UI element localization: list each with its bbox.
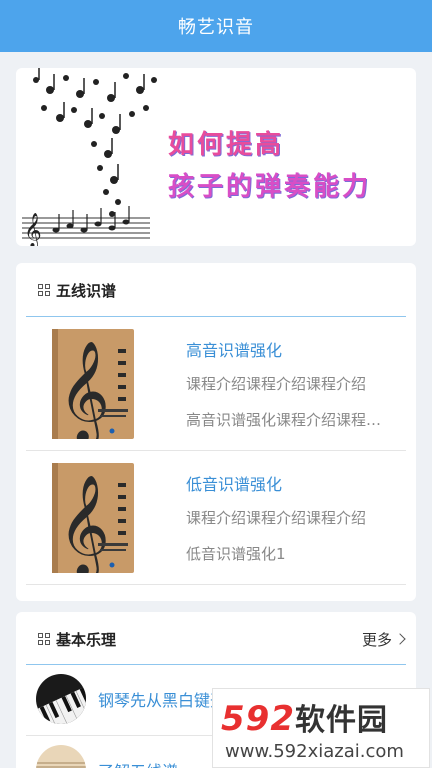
app-title: 畅艺识音 bbox=[178, 17, 254, 38]
section-title: 五线识谱 bbox=[56, 281, 117, 300]
course-subtitle: 高音识谱强化课程介绍课程介绍 bbox=[186, 411, 386, 429]
watermark-logo-text: 软件园 bbox=[294, 703, 388, 738]
grid-icon bbox=[38, 633, 50, 645]
course-cover-image: 𝄞 bbox=[52, 329, 134, 439]
app-title-bar: 畅艺识音 bbox=[0, 0, 432, 52]
grid-icon bbox=[38, 284, 50, 296]
svg-text:𝄞: 𝄞 bbox=[58, 473, 110, 573]
sheet-music-thumbnail bbox=[36, 745, 86, 768]
more-label: 更多 bbox=[361, 630, 392, 649]
svg-text:𝄞: 𝄞 bbox=[24, 213, 42, 246]
banner-line-1: 如何提高 bbox=[168, 130, 285, 160]
course-item-bass[interactable]: 𝄞 低音识谱强化 课程介绍课程介绍课程介绍 低音识谱强化1 bbox=[26, 451, 406, 584]
course-title[interactable]: 高音识谱强化 bbox=[186, 337, 282, 361]
section-header: 基本乐理 更多 bbox=[16, 612, 416, 666]
site-watermark: 592软件园 www.592xiazai.com bbox=[212, 688, 430, 768]
section-divider bbox=[26, 664, 406, 665]
banner-line-2: 孩子的弹奏能力 bbox=[168, 172, 372, 202]
list-item-label: 了解五线谱 bbox=[98, 758, 178, 768]
course-subtitle: 低音识谱强化1 bbox=[186, 545, 286, 563]
piano-keys-thumbnail bbox=[36, 674, 86, 724]
watermark-url: www.592xiazai.com bbox=[225, 741, 404, 762]
course-cover-image: 𝄞 bbox=[52, 463, 134, 573]
course-description: 课程介绍课程介绍课程介绍 bbox=[186, 375, 367, 393]
svg-text:𝄞: 𝄞 bbox=[58, 339, 110, 439]
section-header: 五线识谱 bbox=[16, 263, 416, 317]
list-separator bbox=[26, 584, 406, 585]
promo-banner[interactable]: 𝄞 如何提高 孩子的弹奏能力 bbox=[16, 68, 416, 246]
watermark-logo-number: 592 bbox=[221, 699, 295, 739]
section-title: 基本乐理 bbox=[56, 630, 117, 649]
music-notes-illustration: 𝄞 bbox=[22, 68, 157, 246]
watermark-logo: 592软件园 bbox=[221, 695, 388, 739]
more-link[interactable]: 更多 bbox=[361, 629, 406, 650]
course-item-treble[interactable]: 𝄞 高音识谱强化 课程介绍课程介绍课程介绍 高音识谱强化课程介绍课程介绍 bbox=[26, 317, 406, 450]
course-description: 课程介绍课程介绍课程介绍 bbox=[186, 509, 367, 527]
staff-reading-section: 五线识谱 𝄞 高音识谱强化 课程介绍课程介绍课程介绍 高音识谱强化课程介绍课程介… bbox=[16, 263, 416, 601]
course-title[interactable]: 低音识谱强化 bbox=[186, 471, 282, 495]
chevron-right-icon bbox=[394, 633, 406, 645]
